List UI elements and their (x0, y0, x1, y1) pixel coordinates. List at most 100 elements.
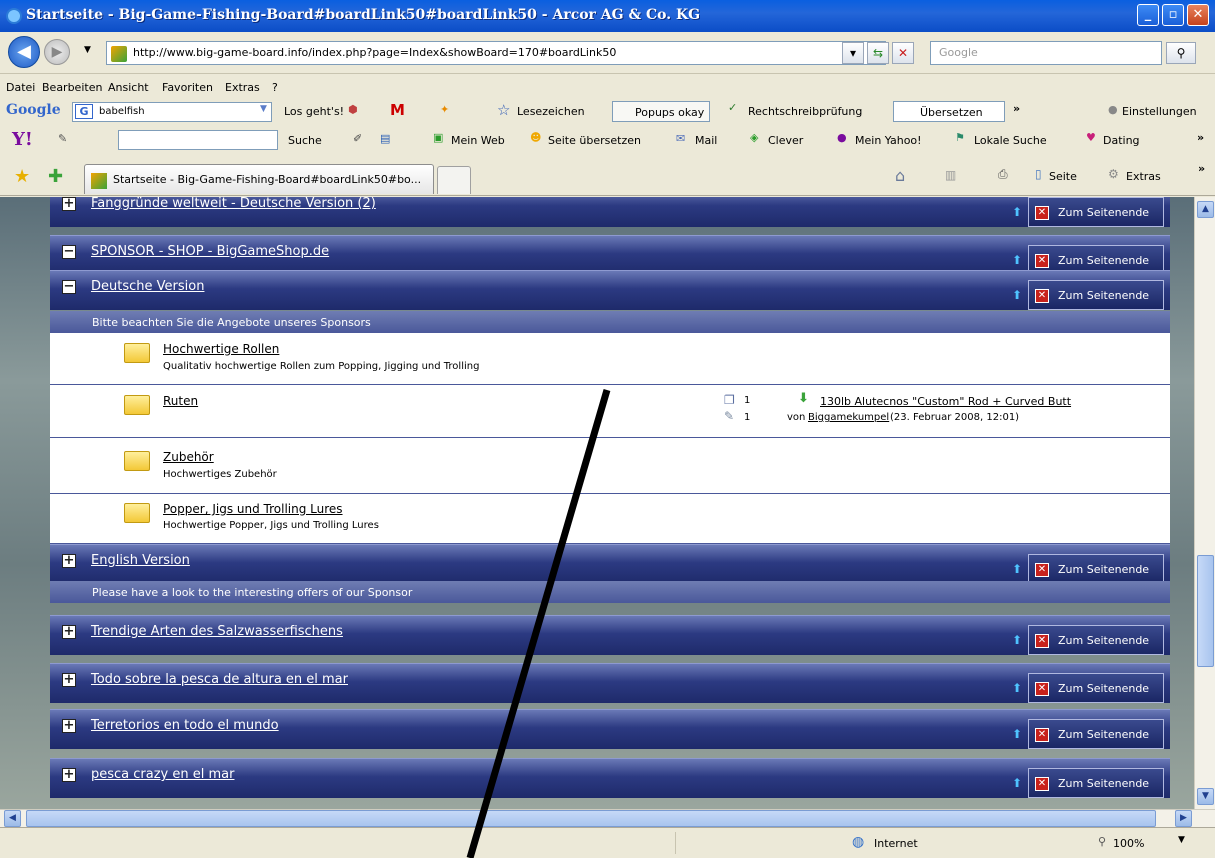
collapse-icon[interactable]: − (62, 245, 76, 259)
expand-icon[interactable]: + (62, 673, 76, 687)
up-arrow-icon[interactable]: ⬆ (1012, 562, 1022, 576)
yahoo-logo[interactable]: Y! (12, 129, 33, 150)
bookmark-star-icon[interactable]: ☆ (497, 101, 510, 119)
menu-bearbeiten[interactable]: Bearbeiten (42, 81, 102, 94)
category-link[interactable]: Terretorios en todo el mundo (91, 718, 279, 733)
category-link[interactable]: Deutsche Version (91, 279, 204, 294)
address-url[interactable]: http://www.big-game-board.info/index.php… (133, 46, 616, 59)
up-arrow-icon[interactable]: ⬆ (1012, 727, 1022, 741)
news-icon[interactable]: ⬢ (348, 103, 358, 116)
vertical-scroll-thumb[interactable] (1197, 555, 1214, 667)
category-link[interactable]: Fanggründe weltweit - Deutsche Version (… (91, 197, 376, 211)
menu-favoriten[interactable]: Favoriten (162, 81, 213, 94)
zoom-icon[interactable]: ⚲ (1098, 835, 1106, 848)
history-dropdown-icon[interactable]: ▼ (84, 45, 91, 55)
jump-to-bottom-button[interactable]: ✕ Zum Seitenende (1028, 673, 1164, 703)
address-dropdown-icon[interactable]: ▾ (842, 42, 864, 64)
gmail-icon[interactable]: M (390, 101, 405, 119)
scroll-down-icon[interactable]: ▼ (1197, 788, 1214, 805)
expand-icon[interactable]: + (62, 554, 76, 568)
highlight-pen-icon[interactable]: ✐ (353, 132, 362, 145)
new-tab-button[interactable] (437, 166, 471, 194)
feeds-icon[interactable]: ▥ (945, 168, 956, 182)
clever-button[interactable]: Clever (768, 134, 803, 147)
expand-icon[interactable]: + (62, 625, 76, 639)
up-arrow-icon[interactable]: ⬆ (1012, 681, 1022, 695)
expand-icon[interactable]: + (62, 768, 76, 782)
forward-button[interactable]: ▶ (44, 39, 70, 65)
yahoo-toolbar-more[interactable]: » (1197, 131, 1204, 144)
scroll-right-icon[interactable]: ▶ (1175, 810, 1192, 827)
google-toolbar-more[interactable]: » (1013, 102, 1020, 115)
last-post-user[interactable]: Biggamekumpel (808, 412, 889, 423)
stop-icon[interactable]: ✕ (892, 42, 914, 64)
google-g-icon[interactable]: G (75, 104, 93, 119)
settings-button[interactable]: Einstellungen (1122, 105, 1197, 118)
address-bar[interactable]: http://www.big-game-board.info/index.php… (106, 41, 886, 65)
home-icon[interactable]: ⌂ (895, 166, 905, 185)
jump-to-bottom-button[interactable]: ✕ Zum Seitenende (1028, 768, 1164, 798)
horizontal-scroll-thumb[interactable] (26, 810, 1156, 827)
board-link[interactable]: Popper, Jigs und Trolling Lures (163, 502, 343, 516)
category-link[interactable]: SPONSOR - SHOP - BigGameShop.de (91, 244, 329, 259)
board-link[interactable]: Zubehör (163, 450, 214, 464)
category-link[interactable]: Todo sobre la pesca de altura en el mar (91, 672, 348, 687)
jump-to-bottom-button[interactable]: ✕ Zum Seitenende (1028, 554, 1164, 584)
board-link[interactable]: Ruten (163, 394, 198, 408)
jump-to-bottom-button[interactable]: ✕ Zum Seitenende (1028, 625, 1164, 655)
expand-icon[interactable]: + (62, 197, 76, 211)
translate-button[interactable]: Übersetzen (893, 101, 1005, 122)
google-go-button[interactable]: Los geht's! (284, 105, 344, 118)
horizontal-scrollbar[interactable]: ◀ ▶ (0, 809, 1215, 827)
popup-blocker-button[interactable]: Popups okay (612, 101, 710, 122)
jump-to-bottom-button[interactable]: ✕ Zum Seitenende (1028, 280, 1164, 310)
refresh-icon[interactable]: ⇆ (867, 42, 889, 64)
board-link[interactable]: Hochwertige Rollen (163, 342, 279, 356)
last-post-link[interactable]: 130lb Alutecnos "Custom" Rod + Curved Bu… (820, 395, 1071, 408)
bookmarks-button[interactable]: Lesezeichen (517, 105, 585, 118)
expand-icon[interactable]: + (62, 719, 76, 733)
category-link[interactable]: English Version (91, 553, 190, 568)
category-link[interactable]: Trendige Arten des Salzwasserfischens (91, 624, 343, 639)
up-arrow-icon[interactable]: ⬆ (1012, 205, 1022, 219)
dating-button[interactable]: Dating (1103, 134, 1140, 147)
print-icon[interactable]: ⎙ (998, 167, 1008, 182)
jump-to-bottom-button[interactable]: ✕ Zum Seitenende (1028, 719, 1164, 749)
pencil-icon[interactable]: ✎ (58, 132, 67, 145)
maximize-icon[interactable]: ▫ (1162, 4, 1184, 26)
local-search-button[interactable]: Lokale Suche (974, 134, 1047, 147)
puzzle-icon[interactable]: ✦ (440, 103, 449, 116)
vertical-scrollbar[interactable]: ▲ ▼ (1194, 197, 1215, 809)
scroll-up-icon[interactable]: ▲ (1197, 201, 1214, 218)
extras-menu[interactable]: Extras (1126, 170, 1161, 183)
zoom-level[interactable]: 100% (1113, 837, 1144, 850)
back-button[interactable]: ◀ (8, 36, 40, 68)
favorites-star-icon[interactable]: ★ (14, 166, 30, 187)
menu-extras[interactable]: Extras (225, 81, 260, 94)
yahoo-search-button[interactable]: Suche (288, 134, 322, 147)
tab-active[interactable]: Startseite - Big-Game-Fishing-Board#boar… (84, 164, 434, 194)
translate-page-button[interactable]: Seite übersetzen (548, 134, 641, 147)
google-search-input[interactable]: G babelfish (72, 102, 272, 122)
collapse-icon[interactable]: − (62, 280, 76, 294)
myweb-button[interactable]: Mein Web (451, 134, 505, 147)
up-arrow-icon[interactable]: ⬆ (1012, 633, 1022, 647)
scroll-left-icon[interactable]: ◀ (4, 810, 21, 827)
add-favorite-icon[interactable]: ✚ (48, 166, 63, 187)
tab-toolbar-more[interactable]: » (1198, 162, 1205, 175)
up-arrow-icon[interactable]: ⬆ (1012, 776, 1022, 790)
layout-icon[interactable]: ▤ (380, 132, 390, 145)
category-link[interactable]: pesca crazy en el mar (91, 767, 234, 782)
jump-to-bottom-button[interactable]: ✕ Zum Seitenende (1028, 197, 1164, 227)
menu-help[interactable]: ? (272, 81, 278, 94)
google-dropdown-icon[interactable]: ▼ (260, 104, 267, 114)
minimize-icon[interactable]: _ (1137, 4, 1159, 26)
menu-ansicht[interactable]: Ansicht (108, 81, 149, 94)
menu-datei[interactable]: Datei (6, 81, 35, 94)
new-post-arrow-icon[interactable]: ⬇ (798, 391, 809, 406)
zoom-dropdown-icon[interactable]: ▼ (1178, 835, 1185, 845)
spellcheck-button[interactable]: Rechtschreibprüfung (748, 105, 862, 118)
my-yahoo-button[interactable]: Mein Yahoo! (855, 134, 922, 147)
up-arrow-icon[interactable]: ⬆ (1012, 253, 1022, 267)
mail-button[interactable]: Mail (695, 134, 717, 147)
